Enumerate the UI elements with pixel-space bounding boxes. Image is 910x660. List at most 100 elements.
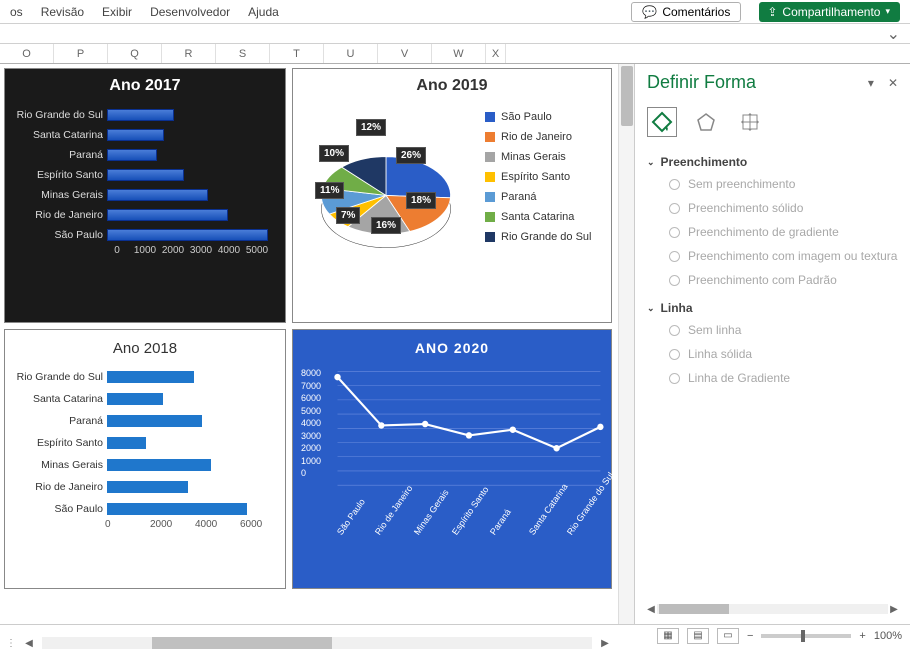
fill-line-tab-icon[interactable] xyxy=(647,107,677,137)
radio-icon xyxy=(669,275,680,286)
scroll-thumb[interactable] xyxy=(152,637,332,649)
x-tick-label: Rio Grande do Sul xyxy=(565,503,593,537)
radio-icon xyxy=(669,349,680,360)
category-label: Minas Gerais xyxy=(9,459,103,471)
menu-item[interactable]: os xyxy=(10,5,23,19)
share-button[interactable]: ⇪ Compartilhamento ▾ xyxy=(759,2,900,22)
pie-chart: 26%18%16%7%11%10%12% xyxy=(301,107,471,277)
legend-swatch xyxy=(485,232,495,242)
category-label: Paraná xyxy=(9,149,103,161)
share-icon: ⇪ xyxy=(767,5,777,19)
scroll-left-icon[interactable]: ◀ xyxy=(645,604,657,615)
legend-item: Rio Grande do Sul xyxy=(485,231,603,243)
chart-title: Ano 2019 xyxy=(293,69,611,103)
fill-option[interactable]: Preenchimento com Padrão xyxy=(669,273,898,287)
zoom-slider[interactable] xyxy=(761,634,851,638)
category-label: Rio Grande do Sul xyxy=(9,371,103,383)
size-tab-icon[interactable] xyxy=(735,107,765,137)
chart-title: ANO 2020 xyxy=(293,330,611,366)
x-tick-label: Rio de Janeiro xyxy=(373,503,401,537)
effects-tab-icon[interactable] xyxy=(691,107,721,137)
col-header[interactable]: U xyxy=(324,44,378,63)
bar-row: Santa Catarina xyxy=(9,393,275,405)
bar-row: Rio Grande do Sul xyxy=(9,109,275,121)
format-shape-panel: Definir Forma ▾ ✕ ⌄ Preenchimento Sem pr… xyxy=(634,64,910,624)
legend-swatch xyxy=(485,132,495,142)
fill-option[interactable]: Preenchimento sólido xyxy=(669,201,898,215)
zoom-out-button[interactable]: − xyxy=(747,630,753,642)
fill-option[interactable]: Preenchimento com imagem ou textura xyxy=(669,249,898,263)
chart-ano-2020[interactable]: ANO 2020 8000700060005000400030002000100… xyxy=(292,329,612,589)
ribbon-collapse-bar[interactable]: ⌄ xyxy=(0,24,910,44)
col-header[interactable]: R xyxy=(162,44,216,63)
page-break-view-button[interactable]: ▭ xyxy=(717,628,739,644)
option-label: Preenchimento de gradiente xyxy=(688,225,839,239)
radio-icon xyxy=(669,179,680,190)
scroll-right-icon[interactable]: ▶ xyxy=(598,636,612,650)
legend-label: Rio Grande do Sul xyxy=(501,231,592,243)
scroll-right-icon[interactable]: ▶ xyxy=(888,604,900,615)
close-icon[interactable]: ✕ xyxy=(888,76,898,90)
normal-view-button[interactable]: ▦ xyxy=(657,628,679,644)
col-header[interactable]: X xyxy=(486,44,506,63)
menu-item[interactable]: Desenvolvedor xyxy=(150,5,230,19)
col-header[interactable]: S xyxy=(216,44,270,63)
chevron-down-icon: ⌄ xyxy=(647,157,655,168)
legend-item: Rio de Janeiro xyxy=(485,131,603,143)
option-label: Preenchimento com Padrão xyxy=(688,273,837,287)
col-header[interactable]: V xyxy=(378,44,432,63)
chart-ano-2018[interactable]: Ano 2018 Rio Grande do Sul Santa Catarina… xyxy=(4,329,286,589)
bar-row: Espírito Santo xyxy=(9,437,275,449)
menu-item[interactable]: Revisão xyxy=(41,5,84,19)
panel-horizontal-scrollbar[interactable]: ◀ ▶ xyxy=(645,602,900,616)
option-label: Linha sólida xyxy=(688,347,752,361)
scroll-left-icon[interactable]: ◀ xyxy=(22,636,36,650)
section-label: Linha xyxy=(661,301,693,315)
option-label: Linha de Gradiente xyxy=(688,371,790,385)
comments-button[interactable]: 💬 Comentários xyxy=(631,2,741,22)
col-header[interactable]: O xyxy=(0,44,54,63)
bar-row: Rio Grande do Sul xyxy=(9,371,275,383)
drag-handle-icon[interactable]: ⋮ xyxy=(6,638,16,649)
col-header[interactable]: P xyxy=(54,44,108,63)
pie-slice-label: 10% xyxy=(319,145,349,162)
menu-item[interactable]: Exibir xyxy=(102,5,132,19)
page-layout-view-button[interactable]: ▤ xyxy=(687,628,709,644)
legend-label: Minas Gerais xyxy=(501,151,566,163)
zoom-level[interactable]: 100% xyxy=(874,630,902,642)
line-option[interactable]: Linha de Gradiente xyxy=(669,371,898,385)
category-label: Santa Catarina xyxy=(9,393,103,405)
line-section-header[interactable]: ⌄ Linha xyxy=(647,301,898,315)
scroll-thumb[interactable] xyxy=(659,604,729,614)
fill-section-header[interactable]: ⌄ Preenchimento xyxy=(647,155,898,169)
scroll-thumb[interactable] xyxy=(621,66,633,126)
pie-slice-label: 12% xyxy=(356,119,386,136)
chart-title: Ano 2018 xyxy=(5,330,285,367)
legend-item: Minas Gerais xyxy=(485,151,603,163)
bar-row: Santa Catarina xyxy=(9,129,275,141)
category-label: Rio Grande do Sul xyxy=(9,109,103,121)
share-label: Compartilhamento xyxy=(782,5,880,19)
chart-ano-2017[interactable]: Ano 2017 Rio Grande do SulSanta Catarina… xyxy=(4,68,286,323)
zoom-in-button[interactable]: + xyxy=(859,630,865,642)
vertical-scrollbar[interactable] xyxy=(618,64,634,624)
radio-icon xyxy=(669,203,680,214)
col-header[interactable]: Q xyxy=(108,44,162,63)
line-option[interactable]: Linha sólida xyxy=(669,347,898,361)
bar-row: Espírito Santo xyxy=(9,169,275,181)
x-tick-label: São Paulo xyxy=(335,503,363,537)
category-label: Paraná xyxy=(9,415,103,427)
line-option[interactable]: Sem linha xyxy=(669,323,898,337)
legend-swatch xyxy=(485,152,495,162)
horizontal-scrollbar[interactable]: ⋮ ◀ ▶ xyxy=(0,634,618,652)
option-label: Sem preenchimento xyxy=(688,177,795,191)
chevron-down-icon: ⌄ xyxy=(647,303,655,314)
chart-ano-2019[interactable]: Ano 2019 26%18%16%7%11%10%12% São PauloR… xyxy=(292,68,612,323)
menu-item[interactable]: Ajuda xyxy=(248,5,279,19)
fill-option[interactable]: Sem preenchimento xyxy=(669,177,898,191)
col-header[interactable]: T xyxy=(270,44,324,63)
panel-menu-icon[interactable]: ▾ xyxy=(868,76,874,90)
comments-label: Comentários xyxy=(662,5,730,19)
col-header[interactable]: W xyxy=(432,44,486,63)
fill-option[interactable]: Preenchimento de gradiente xyxy=(669,225,898,239)
